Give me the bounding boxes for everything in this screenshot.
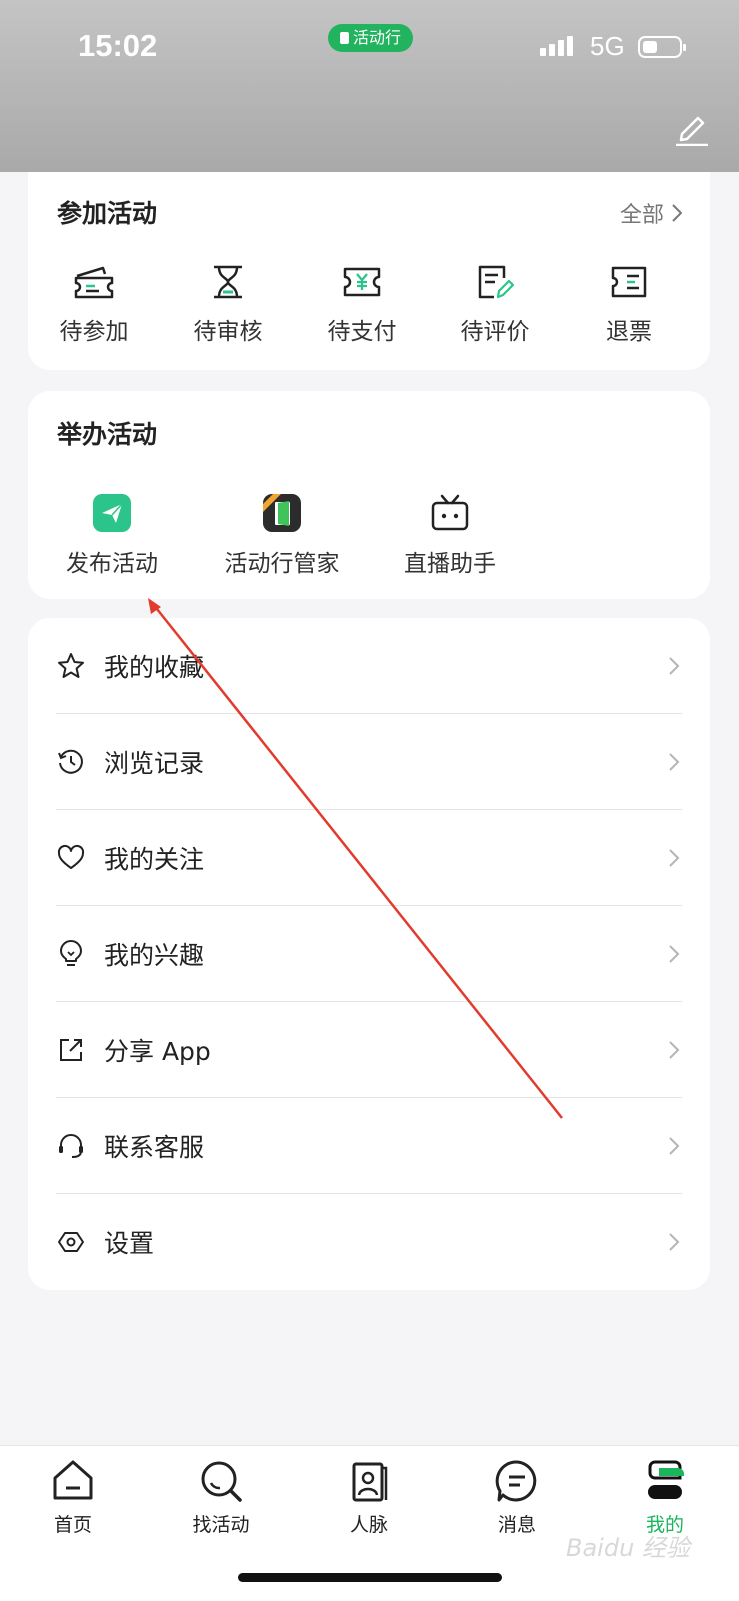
participate-title: 参加活动 [57,199,158,228]
tab-find-events[interactable]: 找活动 [166,1458,276,1537]
publish-event-item[interactable]: 发布活动 [52,494,172,578]
host-card: 举办活动 发布活动 活动行管家 直播助手 [28,391,710,599]
menu-item-label: 我的兴趣 [104,940,205,970]
home-icon [53,1460,93,1500]
lightbulb-icon [60,939,82,966]
menu-item-following[interactable]: 我的关注 [56,810,682,906]
document-icon [340,32,349,44]
menu-item-label: 我的收藏 [104,652,205,682]
message-icon [495,1460,537,1502]
chevron-right-icon [672,204,682,222]
chevron-right-icon [669,944,680,963]
pending-payment-label: 待支付 [327,319,397,345]
chevron-right-icon [669,656,680,675]
view-all-link[interactable]: 全部 [620,197,682,229]
share-icon [60,1038,82,1061]
tab-label: 找活动 [192,1514,250,1536]
menu-item-label: 分享 App [104,1036,211,1066]
publish-plane-icon [93,494,131,532]
host-title: 举办活动 [57,420,158,449]
event-manager-label: 活动行管家 [224,551,340,577]
menu-item-favorites[interactable]: 我的收藏 [56,618,682,714]
event-manager-item[interactable]: 活动行管家 [222,494,342,578]
review-pen-icon [478,265,514,299]
chevron-right-icon [669,848,680,867]
chevron-right-icon [669,1136,680,1155]
pending-rating-item[interactable]: 待评价 [435,264,555,346]
menu-item-customer-service[interactable]: 联系客服 [56,1098,682,1194]
pending-attend-label: 待参加 [59,319,129,345]
headset-icon [59,1133,83,1158]
live-assistant-item[interactable]: 直播助手 [390,494,510,578]
menu-item-label: 我的关注 [104,844,205,874]
menu-item-history[interactable]: 浏览记录 [56,714,682,810]
tab-contacts[interactable]: 人脉 [314,1458,424,1537]
tab-label: 消息 [497,1514,536,1536]
refund-item[interactable]: 退票 [569,264,689,346]
settings-icon [58,1231,84,1252]
refund-label: 退票 [606,319,652,345]
menu-item-label: 设置 [104,1228,155,1258]
view-all-label: 全部 [619,203,664,228]
tab-profile[interactable]: 我的 [610,1458,720,1537]
tab-messages[interactable]: 消息 [462,1458,572,1537]
app-indicator-label: 活动行 [353,28,402,47]
pending-rating-label: 待评价 [460,319,530,345]
menu-item-share-app[interactable]: 分享 App [56,1002,682,1098]
menu-card: 我的收藏 浏览记录 我的关注 我的兴趣 分享 App 联系客服 设置 [28,618,710,1290]
live-assistant-label: 直播助手 [404,551,496,577]
hourglass-icon [214,265,242,299]
participate-card: 参加活动 全部 待参加 待审核 待支付 待评价 退票 [28,172,710,370]
watermark: Baidu 经验 [566,1534,690,1562]
ticket-icon [74,266,114,299]
chevron-right-icon [669,752,680,771]
pending-review-item[interactable]: 待审核 [168,264,288,346]
tab-home[interactable]: 首页 [18,1458,128,1537]
signal-icon [540,36,573,56]
status-bar: 15:02 活动行 5G [0,0,739,172]
pending-payment-item[interactable]: 待支付 [302,264,422,346]
search-icon [201,1461,242,1502]
refund-ticket-icon [611,266,647,298]
menu-item-label: 联系客服 [104,1132,205,1162]
tab-label: 首页 [53,1514,92,1536]
menu-item-settings[interactable]: 设置 [56,1194,682,1289]
manager-door-icon [263,494,301,532]
star-icon [58,652,84,678]
pending-attend-item[interactable]: 待参加 [34,264,154,346]
menu-item-label: 浏览记录 [104,748,205,778]
edit-icon[interactable] [674,110,710,146]
publish-event-label: 发布活动 [66,551,158,577]
home-indicator[interactable] [238,1573,502,1582]
heart-icon [57,844,85,869]
contacts-icon [352,1462,388,1502]
clock: 15:02 [78,28,158,63]
app-indicator-pill[interactable]: 活动行 [328,24,414,52]
yuan-ticket-icon [343,267,381,297]
pending-review-label: 待审核 [193,319,263,345]
battery-icon [638,36,686,58]
history-icon [58,749,83,774]
menu-item-interests[interactable]: 我的兴趣 [56,906,682,1002]
live-tv-icon [431,494,469,531]
network-type: 5G [590,31,625,61]
chevron-right-icon [669,1232,680,1251]
chevron-right-icon [669,1040,680,1059]
tab-label: 人脉 [349,1514,388,1536]
profile-icon [648,1460,684,1499]
